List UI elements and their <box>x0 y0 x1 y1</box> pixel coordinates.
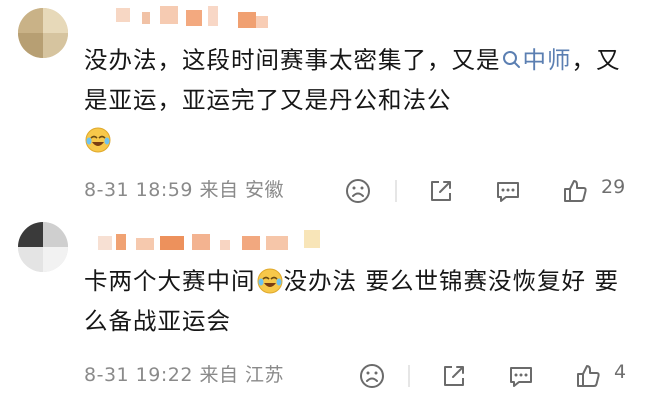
topic-link[interactable]: 中师 <box>501 46 572 74</box>
share-icon[interactable] <box>426 176 456 206</box>
comment-text-part: 没办法，这段时间赛事太密集了，又是 <box>84 46 501 74</box>
comment-text: 没办法，这段时间赛事太密集了，又是 中师，又是亚运，亚运完了又是丹公和法公 <box>84 40 640 160</box>
divider <box>395 180 397 202</box>
location: 来自 江苏 <box>199 364 285 386</box>
comment-text: 卡两个大赛中间 没办法 要么世锦赛没恢复好 要么备战亚运会 <box>84 261 640 341</box>
thumbs-up-icon[interactable] <box>560 176 590 206</box>
avatar[interactable] <box>18 8 68 58</box>
search-icon <box>502 51 520 68</box>
frown-face-icon[interactable] <box>357 361 387 391</box>
comment-meta: 8-31 19:22 来自 江苏 <box>84 360 284 387</box>
like-count: 4 <box>614 361 627 383</box>
thumbs-up-icon[interactable] <box>573 361 603 391</box>
username-obscured[interactable] <box>96 2 356 32</box>
comment-text-part: 卡两个大赛中间 <box>84 267 256 295</box>
divider <box>408 365 410 387</box>
comment-item: 卡两个大赛中间 没办法 要么世锦赛没恢复好 要么备战亚运会 8-31 19:22 … <box>0 214 650 402</box>
laughing-crying-emoji-icon <box>257 268 282 294</box>
comment-bubble-icon[interactable] <box>493 176 523 206</box>
timestamp: 8-31 18:59 <box>84 179 193 201</box>
username-obscured[interactable] <box>96 224 356 254</box>
timestamp: 8-31 19:22 <box>84 364 193 386</box>
location: 来自 安徽 <box>199 179 285 201</box>
share-icon[interactable] <box>439 361 469 391</box>
topic-label[interactable]: 中师 <box>523 46 572 74</box>
comment-meta: 8-31 18:59 来自 安徽 <box>84 175 284 202</box>
comment-item: 没办法，这段时间赛事太密集了，又是 中师，又是亚运，亚运完了又是丹公和法公 8-3… <box>0 0 650 214</box>
frown-face-icon[interactable] <box>343 176 373 206</box>
laughing-crying-emoji-icon <box>85 127 111 153</box>
comment-bubble-icon[interactable] <box>506 361 536 391</box>
avatar[interactable] <box>18 222 68 272</box>
like-count: 29 <box>601 176 626 198</box>
